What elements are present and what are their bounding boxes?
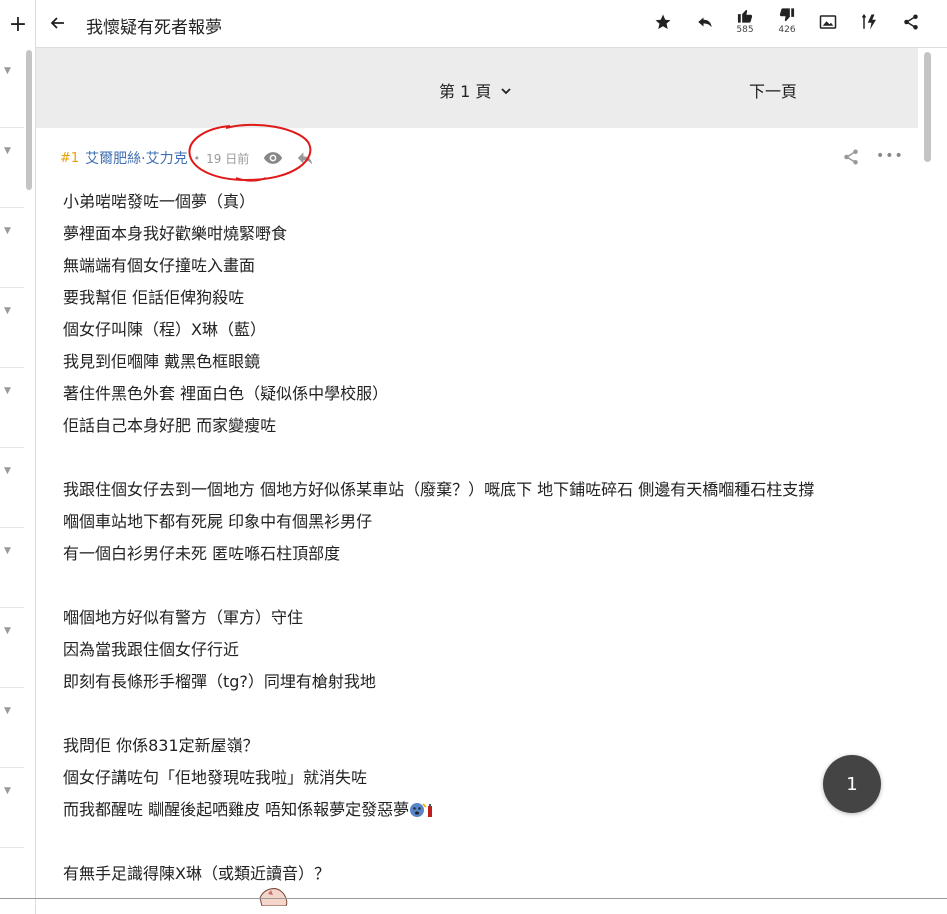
post-line: 嗰個地方好似有警方（軍方）守住 bbox=[63, 608, 304, 627]
chevron-down-icon: ▼ bbox=[4, 146, 11, 156]
post-line: 因為當我跟住個女仔行近 bbox=[63, 640, 240, 659]
thread-title: 我懷疑有死者報夢 bbox=[86, 18, 222, 38]
chevron-down-icon: ▼ bbox=[4, 786, 11, 796]
share-button[interactable] bbox=[898, 13, 924, 41]
chevron-down-icon: ▼ bbox=[4, 546, 11, 556]
thread-list-sidebar: + ▼ ▼ ▼ ▼ ▼ ▼ ▼ ▼ ▼ ▼ bbox=[0, 0, 36, 914]
dislike-count: 426 bbox=[778, 25, 796, 35]
sticker-image-icon bbox=[259, 888, 288, 906]
post-line: 個女仔叫陳（程）X琳（藍） bbox=[63, 320, 266, 339]
image-mode-button[interactable] bbox=[815, 13, 841, 41]
post-line-text: 而我都醒咗 瞓醒後起哂雞皮 唔知係報夢定發惡夢 bbox=[63, 800, 410, 819]
sidebar-thread-item[interactable]: ▼ bbox=[0, 48, 24, 128]
post-line bbox=[63, 570, 903, 602]
post-meta: #1 艾爾肥絲·艾力克 • 19 日前 bbox=[60, 148, 315, 168]
post-line: 個女仔講咗句「佢地發現咗我啦」就消失咗 bbox=[63, 768, 368, 787]
sidebar-thread-item[interactable]: ▼ bbox=[0, 608, 24, 688]
new-post-button[interactable]: + bbox=[0, 0, 36, 48]
more-options-button[interactable]: ••• bbox=[876, 148, 904, 164]
post-line: 無端端有個女仔撞咗入畫面 bbox=[63, 256, 256, 275]
post-line: 我問佢 你係831定新屋嶺？ bbox=[63, 736, 259, 755]
chevron-down-icon: ▼ bbox=[4, 626, 11, 636]
post-body: 小弟啱啱發咗一個夢（真） 夢裡面本身我好歡樂咁燒緊嘢食 無端端有個女仔撞咗入畫面… bbox=[63, 186, 903, 890]
post-line: 有一個白衫男仔未死 匿咗喺石柱頂部度 bbox=[63, 544, 341, 563]
post-line: 要我幫佢 佢話佢俾狗殺咗 bbox=[63, 288, 245, 307]
dislike-button[interactable]: 426 bbox=[774, 7, 800, 35]
sidebar-thread-item[interactable]: ▼ bbox=[0, 448, 24, 528]
post-line: 小弟啱啱發咗一個夢（真） bbox=[63, 192, 256, 211]
share-icon bbox=[904, 14, 918, 30]
app-window: + ▼ ▼ ▼ ▼ ▼ ▼ ▼ ▼ ▼ ▼ 我懷疑有死者報夢 585 426 第… bbox=[0, 0, 947, 914]
eye-icon[interactable] bbox=[263, 151, 283, 165]
star-icon bbox=[655, 14, 671, 30]
post-timestamp: 19 日前 bbox=[206, 151, 250, 166]
post-line: 嗰個車站地下都有死屍 印象中有個黑衫男仔 bbox=[63, 512, 373, 531]
page-jump-fab[interactable]: 1 bbox=[823, 755, 881, 813]
next-page-button[interactable]: 下一頁 bbox=[749, 78, 797, 102]
sidebar-thread-item[interactable]: ▼ bbox=[0, 368, 24, 448]
post-line bbox=[63, 826, 903, 858]
chevron-down-icon: ▼ bbox=[4, 386, 11, 396]
arrow-left-icon bbox=[50, 17, 64, 29]
pagination-bar: 第 1 頁 下一頁 bbox=[36, 48, 918, 128]
sidebar-thread-item[interactable]: ▼ bbox=[0, 128, 24, 208]
image-icon bbox=[819, 15, 837, 29]
post-item: #1 艾爾肥絲·艾力克 • 19 日前 ••• 小弟啱啱發咗一個夢（真） 夢裡面… bbox=[36, 123, 918, 914]
bottom-divider bbox=[0, 898, 947, 899]
post-line: 我見到佢嗰陣 戴黑色框眼鏡 bbox=[63, 352, 261, 371]
post-line: 有無手足識得陳X琳（或類近讀音）？ bbox=[63, 864, 330, 883]
post-line: 著住件黑色外套 裡面白色（疑似係中學校服） bbox=[63, 384, 389, 403]
sidebar-thread-item[interactable]: ▼ bbox=[0, 768, 24, 848]
meta-separator: • bbox=[193, 151, 201, 165]
page-select[interactable]: 第 1 頁 bbox=[439, 78, 512, 102]
flash-sort-icon bbox=[861, 13, 876, 30]
chevron-down-icon: ▼ bbox=[4, 706, 11, 716]
reply-icon bbox=[698, 17, 712, 28]
chevron-down-icon bbox=[501, 88, 512, 95]
post-line-with-emoji: 而我都醒咗 瞓醒後起哂雞皮 唔知係報夢定發惡夢 bbox=[63, 794, 903, 826]
scared-emoji-icon bbox=[409, 797, 441, 817]
like-button[interactable]: 585 bbox=[732, 7, 758, 35]
main-scrollbar-thumb[interactable] bbox=[924, 52, 931, 162]
back-button[interactable] bbox=[46, 12, 68, 34]
chevron-down-icon: ▼ bbox=[4, 306, 11, 316]
post-number: #1 bbox=[60, 150, 80, 166]
post-line: 夢裡面本身我好歡樂咁燒緊嘢食 bbox=[63, 224, 288, 243]
sidebar-thread-item[interactable]: ▼ bbox=[0, 528, 24, 608]
post-line: 即刻有長條形手榴彈（tg?）同埋有槍射我地 bbox=[63, 672, 376, 691]
post-share-icon[interactable] bbox=[842, 148, 860, 166]
thread-header: 我懷疑有死者報夢 585 426 bbox=[36, 0, 947, 48]
reply-icon[interactable] bbox=[295, 150, 315, 166]
thumbs-down-icon bbox=[779, 8, 795, 22]
bookmark-button[interactable] bbox=[650, 13, 676, 41]
sort-toggle-button[interactable] bbox=[857, 13, 883, 41]
chevron-down-icon: ▼ bbox=[4, 66, 11, 76]
post-line bbox=[63, 698, 903, 730]
sidebar-thread-item[interactable]: ▼ bbox=[0, 688, 24, 768]
post-line: 佢話自己本身好肥 而家變瘦咗 bbox=[63, 416, 277, 435]
chevron-down-icon: ▼ bbox=[4, 466, 11, 476]
chevron-down-icon: ▼ bbox=[4, 226, 11, 236]
reply-button[interactable] bbox=[692, 13, 718, 41]
main-scrollbar-track[interactable] bbox=[918, 48, 947, 914]
sidebar-thread-item[interactable]: ▼ bbox=[0, 288, 24, 368]
current-page-label: 第 1 頁 bbox=[439, 82, 492, 101]
post-line bbox=[63, 442, 903, 474]
sidebar-scrollbar[interactable] bbox=[26, 50, 32, 190]
post-line: 我跟住個女仔去到一個地方 個地方好似係某車站（廢棄？）嘅底下 地下鋪咗碎石 側邊… bbox=[63, 480, 815, 499]
like-count: 585 bbox=[736, 25, 754, 35]
post-author-link[interactable]: 艾爾肥絲·艾力克 bbox=[85, 148, 187, 168]
thumbs-up-icon bbox=[737, 9, 753, 23]
sidebar-thread-item[interactable]: ▼ bbox=[0, 208, 24, 288]
